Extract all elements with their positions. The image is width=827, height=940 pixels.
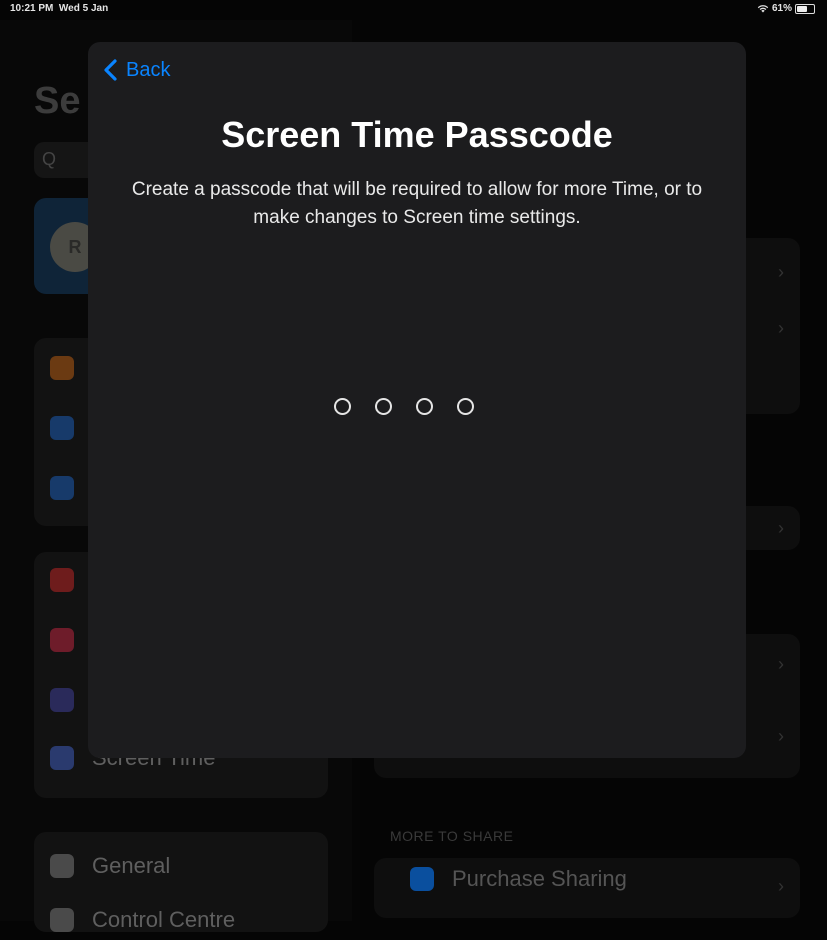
page-title: Screen Time Passcode xyxy=(221,114,613,155)
battery-percent: 61% xyxy=(771,3,792,14)
notifications-icon xyxy=(50,568,74,592)
sidebar-item-label: General xyxy=(92,853,171,878)
passcode-dot xyxy=(416,398,433,415)
passcode-entry[interactable] xyxy=(334,398,474,415)
sidebar-group-3: General Control Centre xyxy=(34,832,328,932)
passcode-dot xyxy=(375,398,392,415)
battery-icon xyxy=(795,3,815,14)
status-bar: 10:21 PM Wed 5 Jan 61% xyxy=(0,0,827,20)
status-time: 10:21 PM Wed 5 Jan xyxy=(10,3,109,14)
purchase-sharing-label: Purchase Sharing xyxy=(452,866,627,891)
screen-time-passcode-sheet: Back Screen Time Passcode Create a passc… xyxy=(88,42,746,758)
chevron-left-icon xyxy=(104,59,117,81)
chevron-right-icon: › xyxy=(778,726,784,746)
bluetooth-icon xyxy=(50,476,74,500)
sidebar-item-label: Control Centre xyxy=(92,907,236,932)
moon-icon xyxy=(50,688,74,712)
chevron-right-icon: › xyxy=(778,318,784,338)
sidebar-item-control-centre[interactable]: Control Centre xyxy=(50,900,320,940)
airplane-icon xyxy=(50,356,74,380)
page-description: Create a passcode that will be required … xyxy=(131,179,703,228)
hourglass-icon xyxy=(50,746,74,770)
chevron-right-icon: › xyxy=(778,262,784,282)
back-label: Back xyxy=(126,58,171,81)
sidebar-item-general[interactable]: General xyxy=(50,846,320,886)
gear-icon xyxy=(50,854,74,878)
chevron-right-icon: › xyxy=(778,518,784,538)
sounds-icon xyxy=(50,628,74,652)
chevron-right-icon: › xyxy=(778,876,784,896)
back-button[interactable]: Back xyxy=(102,58,170,82)
passcode-dot xyxy=(457,398,474,415)
sidebar-title: Se xyxy=(34,80,81,122)
section-header: MORE TO SHARE xyxy=(390,828,514,844)
control-centre-icon xyxy=(50,908,74,932)
passcode-dot xyxy=(334,398,351,415)
purchase-sharing-row[interactable]: Purchase Sharing › xyxy=(374,858,800,918)
status-right: 61% xyxy=(757,3,815,14)
status-date: Wed 5 Jan xyxy=(58,3,109,14)
app-store-icon xyxy=(410,867,434,891)
wifi-setting-icon xyxy=(50,416,74,440)
chevron-right-icon: › xyxy=(778,654,784,674)
search-icon: Q xyxy=(42,149,57,169)
wifi-icon xyxy=(757,5,769,13)
